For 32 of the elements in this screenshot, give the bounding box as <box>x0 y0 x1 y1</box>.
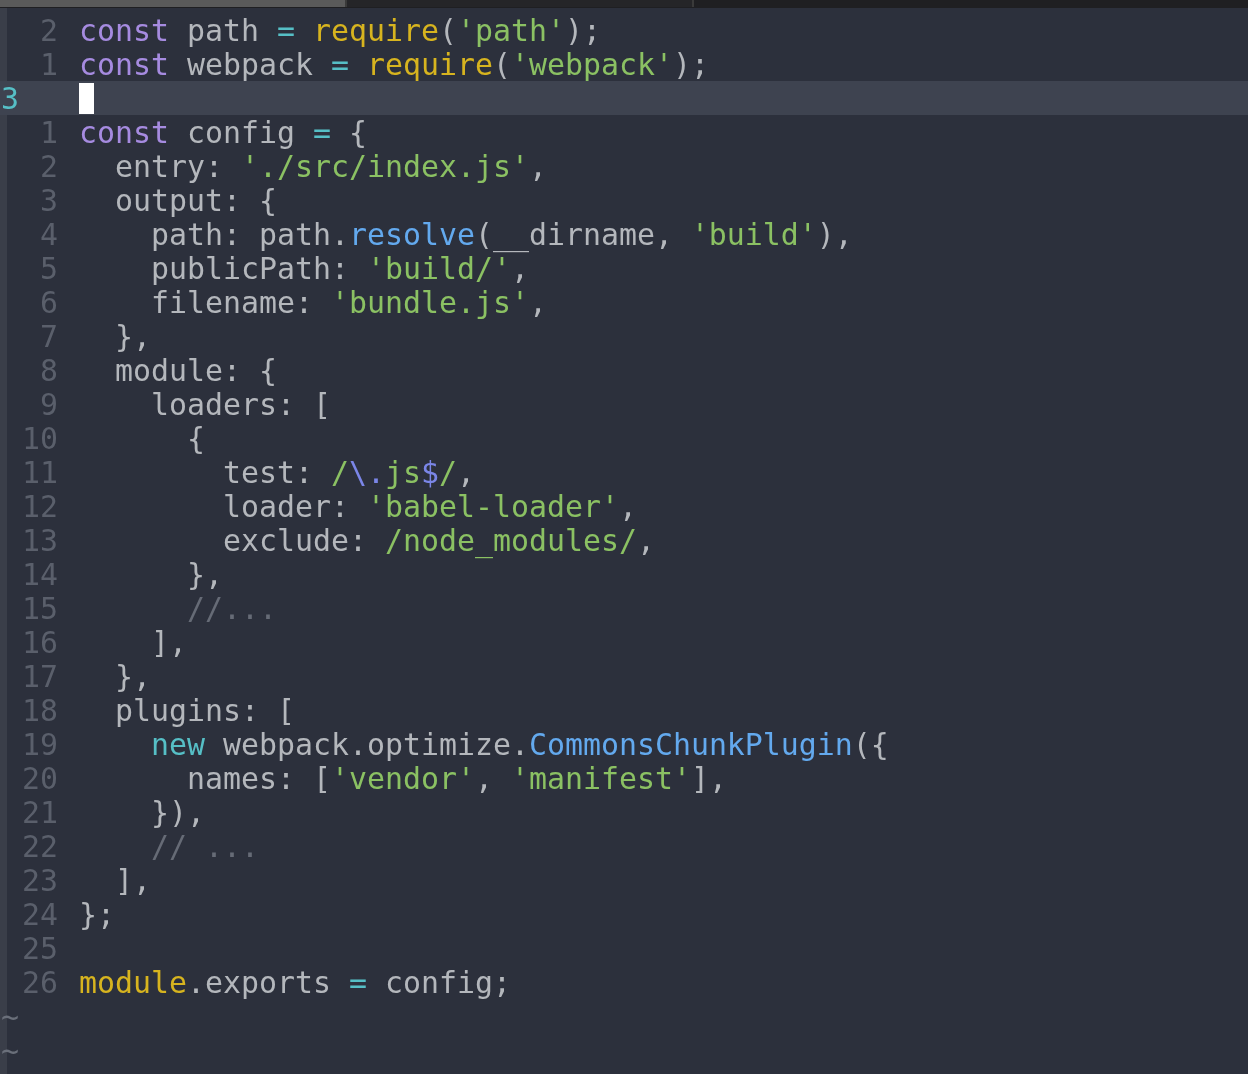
empty-line-marker: ~ <box>1 1033 20 1067</box>
code-line: entry: './src/index.js', <box>114 148 547 184</box>
code-line: test: /\.js$/, <box>221 454 475 490</box>
code-line: //... <box>185 590 277 626</box>
code-line: module.exports = config; <box>79 964 511 1000</box>
code-line: ], <box>114 862 151 898</box>
code-line: module: { <box>114 352 277 388</box>
code-line: { <box>185 420 205 456</box>
code-line: // ... <box>149 828 259 864</box>
code-line: exclude: /node_modules/, <box>221 522 655 558</box>
code-line: }, <box>185 556 223 592</box>
code-line: path: path.resolve(__dirname, 'build'), <box>150 216 853 252</box>
code-line: ], <box>149 624 187 660</box>
code-line: plugins: [ <box>114 692 295 728</box>
code-line: const path = require('path'); <box>79 12 601 48</box>
editor-tab[interactable] <box>0 0 347 7</box>
code-line: }), <box>149 794 205 830</box>
line-number: 3 <box>1 80 20 116</box>
code-line: }, <box>114 658 151 694</box>
code-line: }; <box>79 896 115 932</box>
code-line: publicPath: 'build/', <box>149 250 529 286</box>
editor-tab[interactable] <box>347 0 694 7</box>
code-line: }, <box>114 318 151 354</box>
code-line: loader: 'babel-loader', <box>221 488 637 524</box>
code-line: filename: 'bundle.js', <box>149 284 547 320</box>
empty-line-marker: ~ <box>1 999 20 1033</box>
code-line: new webpack.optimize.CommonsChunkPlugin({ <box>150 726 889 762</box>
code-line: const webpack = require('webpack'); <box>79 46 709 82</box>
code-line: loaders: [ <box>149 386 331 422</box>
code-line: const config = { <box>79 114 367 150</box>
code-line: names: ['vendor', 'manifest'], <box>185 760 727 796</box>
code-line: output: { <box>114 182 277 218</box>
